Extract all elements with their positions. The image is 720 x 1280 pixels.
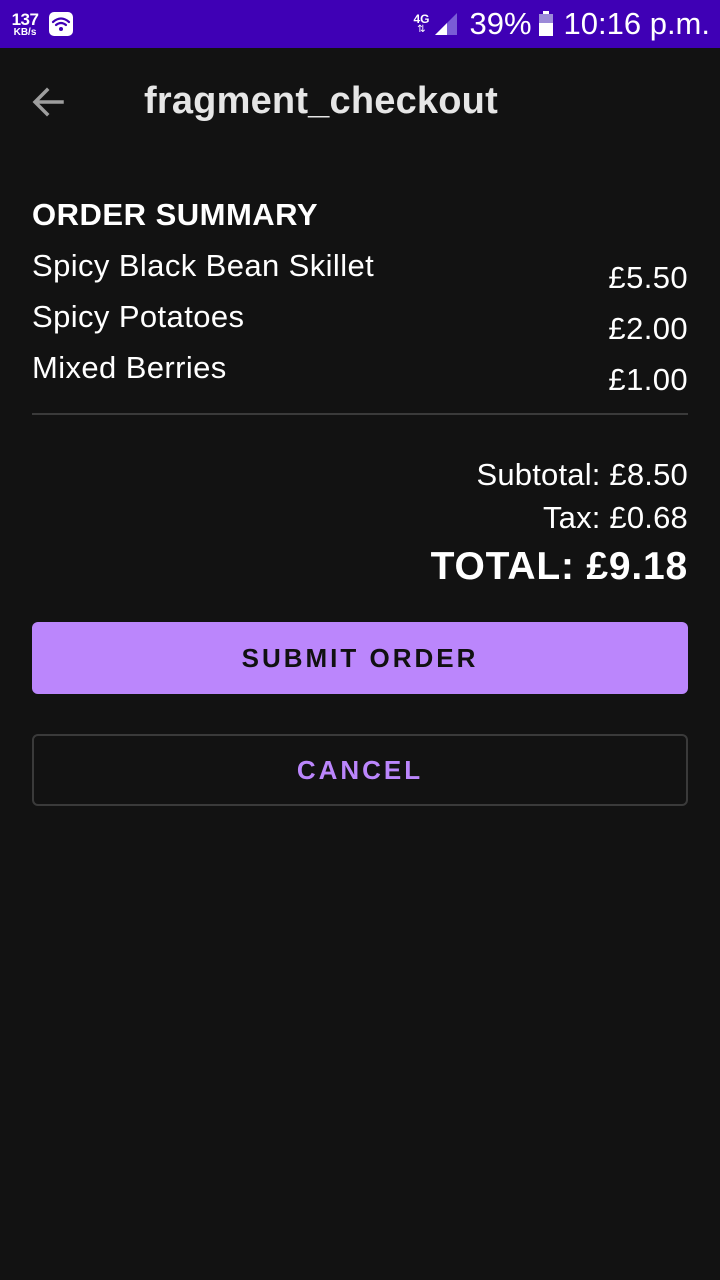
network-speed-indicator: 137 KB/s: [10, 11, 40, 38]
divider: [32, 413, 688, 415]
tax-text: Tax: £0.68: [542, 500, 688, 535]
order-summary-section: ORDER SUMMARY Spicy Black Bean Skillet £…: [32, 192, 688, 595]
list-item: Spicy Potatoes £2.00: [32, 299, 688, 350]
app-bar: fragment_checkout: [0, 48, 720, 160]
network-speed-unit: KB/s: [13, 26, 37, 38]
page-title: fragment_checkout: [144, 80, 498, 122]
subtotal-text: Subtotal: £8.50: [476, 457, 688, 492]
submit-order-button[interactable]: SUBMIT ORDER: [32, 622, 688, 694]
item-price: £1.00: [608, 362, 688, 397]
network-speed-value: 137: [11, 9, 39, 29]
item-name: Spicy Black Bean Skillet: [32, 248, 375, 283]
item-name: Spicy Potatoes: [32, 299, 245, 334]
total-text: TOTAL: £9.18: [430, 545, 688, 588]
list-item: Mixed Berries £1.00: [32, 350, 688, 401]
status-bar-right: 4G ⇅ 39% 10:16 p.m.: [413, 6, 710, 42]
order-summary-heading: ORDER SUMMARY: [32, 197, 319, 232]
status-bar-left: 137 KB/s: [10, 11, 74, 38]
network-arrows-icon: ⇅: [417, 24, 426, 35]
wifi-icon: [49, 12, 73, 36]
battery-icon: [538, 11, 553, 36]
arrow-left-icon: [32, 87, 64, 117]
status-clock: 10:16 p.m.: [563, 6, 710, 41]
totals-block: Subtotal: £8.50 Tax: £0.68 TOTAL: £9.18: [32, 453, 688, 595]
signal-icon: [435, 13, 458, 35]
list-item: Spicy Black Bean Skillet £5.50: [32, 248, 688, 299]
back-button[interactable]: [24, 78, 72, 126]
cancel-button[interactable]: CANCEL: [32, 734, 688, 806]
battery-percent: 39%: [469, 6, 532, 41]
item-name: Mixed Berries: [32, 350, 227, 385]
item-price: £2.00: [608, 311, 688, 346]
item-price: £5.50: [608, 260, 688, 295]
network-type-icon: 4G ⇅: [413, 13, 429, 35]
status-bar: 137 KB/s 4G ⇅ 39% 10:16 p.m.: [0, 0, 720, 48]
